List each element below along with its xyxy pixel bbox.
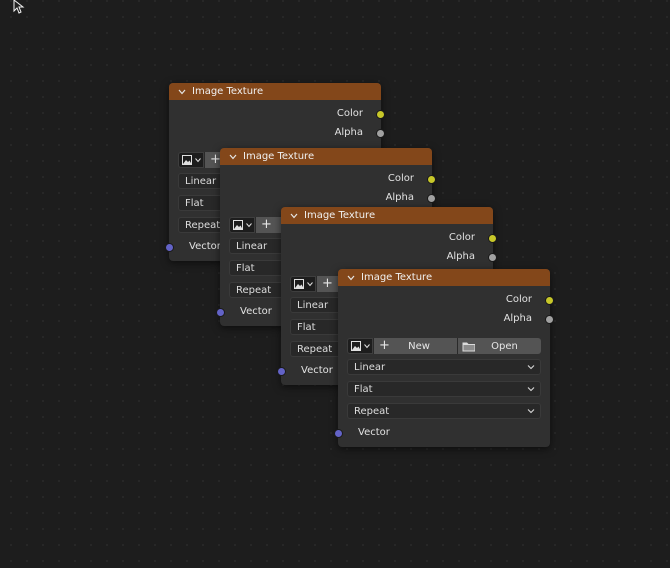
vector-input-label: Vector [301, 365, 333, 376]
vector-input-socket[interactable] [334, 429, 343, 438]
image-texture-node-4[interactable]: Image Texture Color Alpha + New Open Lin… [334, 269, 554, 447]
vector-input-socket[interactable] [165, 243, 174, 252]
plus-icon: + [379, 338, 390, 353]
color-output-socket[interactable] [488, 234, 497, 243]
extension-value: Repeat [185, 219, 221, 231]
open-label: Open [491, 340, 518, 352]
image-selector-row: + New Open [347, 338, 541, 354]
interpolation-value: Linear [354, 361, 386, 373]
interpolation-value: Linear [185, 175, 217, 187]
alpha-output-socket[interactable] [545, 315, 554, 324]
plus-icon: + [210, 152, 221, 167]
vector-input-socket[interactable] [216, 308, 225, 317]
image-browse-button[interactable] [229, 217, 255, 233]
image-browse-button[interactable] [178, 152, 204, 168]
chevron-down-icon[interactable] [290, 212, 298, 220]
interpolation-value: Linear [297, 299, 329, 311]
projection-value: Flat [354, 383, 373, 395]
output-alpha-label: Alpha [446, 251, 475, 262]
color-output-socket[interactable] [427, 175, 436, 184]
new-image-button[interactable]: + New [373, 338, 457, 354]
projection-value: Flat [236, 262, 255, 274]
projection-dropdown[interactable]: Flat [347, 381, 541, 397]
alpha-output-socket[interactable] [376, 129, 385, 138]
folder-icon [462, 342, 475, 351]
alpha-output-socket[interactable] [488, 253, 497, 262]
output-color-label: Color [505, 294, 532, 305]
color-output-socket[interactable] [376, 110, 385, 119]
new-label: New [408, 340, 430, 352]
chevron-down-icon [306, 282, 313, 287]
image-browse-button[interactable] [290, 276, 316, 292]
node-header[interactable]: Image Texture [338, 269, 550, 286]
chevron-down-icon[interactable] [229, 153, 237, 161]
dropdown-arrow-icon [527, 409, 535, 414]
node-title: Image Texture [361, 272, 433, 283]
chevron-down-icon[interactable] [178, 88, 186, 96]
chevron-down-icon [194, 158, 201, 163]
output-color-label: Color [448, 232, 475, 243]
image-browse-button[interactable] [347, 338, 373, 354]
image-icon [350, 341, 361, 351]
image-icon [293, 279, 304, 289]
output-alpha-label: Alpha [334, 127, 363, 138]
chevron-down-icon [363, 344, 370, 349]
node-header[interactable]: Image Texture [169, 83, 381, 100]
node-header[interactable]: Image Texture [281, 207, 493, 224]
output-color-label: Color [387, 173, 414, 184]
image-icon [181, 155, 192, 165]
projection-value: Flat [185, 197, 204, 209]
extension-dropdown[interactable]: Repeat [347, 403, 541, 419]
plus-icon: + [261, 217, 272, 232]
vector-input-label: Vector [240, 306, 272, 317]
vector-input-label: Vector [189, 241, 221, 252]
dropdown-arrow-icon [527, 387, 535, 392]
dropdown-arrow-icon [527, 365, 535, 370]
interpolation-dropdown[interactable]: Linear [347, 359, 541, 375]
output-color-label: Color [336, 108, 363, 119]
node-header[interactable]: Image Texture [220, 148, 432, 165]
projection-value: Flat [297, 321, 316, 333]
extension-value: Repeat [354, 405, 390, 417]
chevron-down-icon [245, 223, 252, 228]
cursor-icon [13, 0, 25, 14]
color-output-socket[interactable] [545, 296, 554, 305]
alpha-output-socket[interactable] [427, 194, 436, 203]
output-alpha-label: Alpha [385, 192, 414, 203]
output-alpha-label: Alpha [503, 313, 532, 324]
vector-input-socket[interactable] [277, 367, 286, 376]
node-title: Image Texture [304, 210, 376, 221]
image-icon [232, 220, 243, 230]
extension-value: Repeat [236, 284, 272, 296]
extension-value: Repeat [297, 343, 333, 355]
vector-input-label: Vector [358, 427, 390, 438]
interpolation-value: Linear [236, 240, 268, 252]
plus-icon: + [322, 276, 333, 291]
chevron-down-icon[interactable] [347, 274, 355, 282]
open-image-button[interactable]: Open [457, 338, 541, 354]
node-title: Image Texture [243, 151, 315, 162]
node-title: Image Texture [192, 86, 264, 97]
